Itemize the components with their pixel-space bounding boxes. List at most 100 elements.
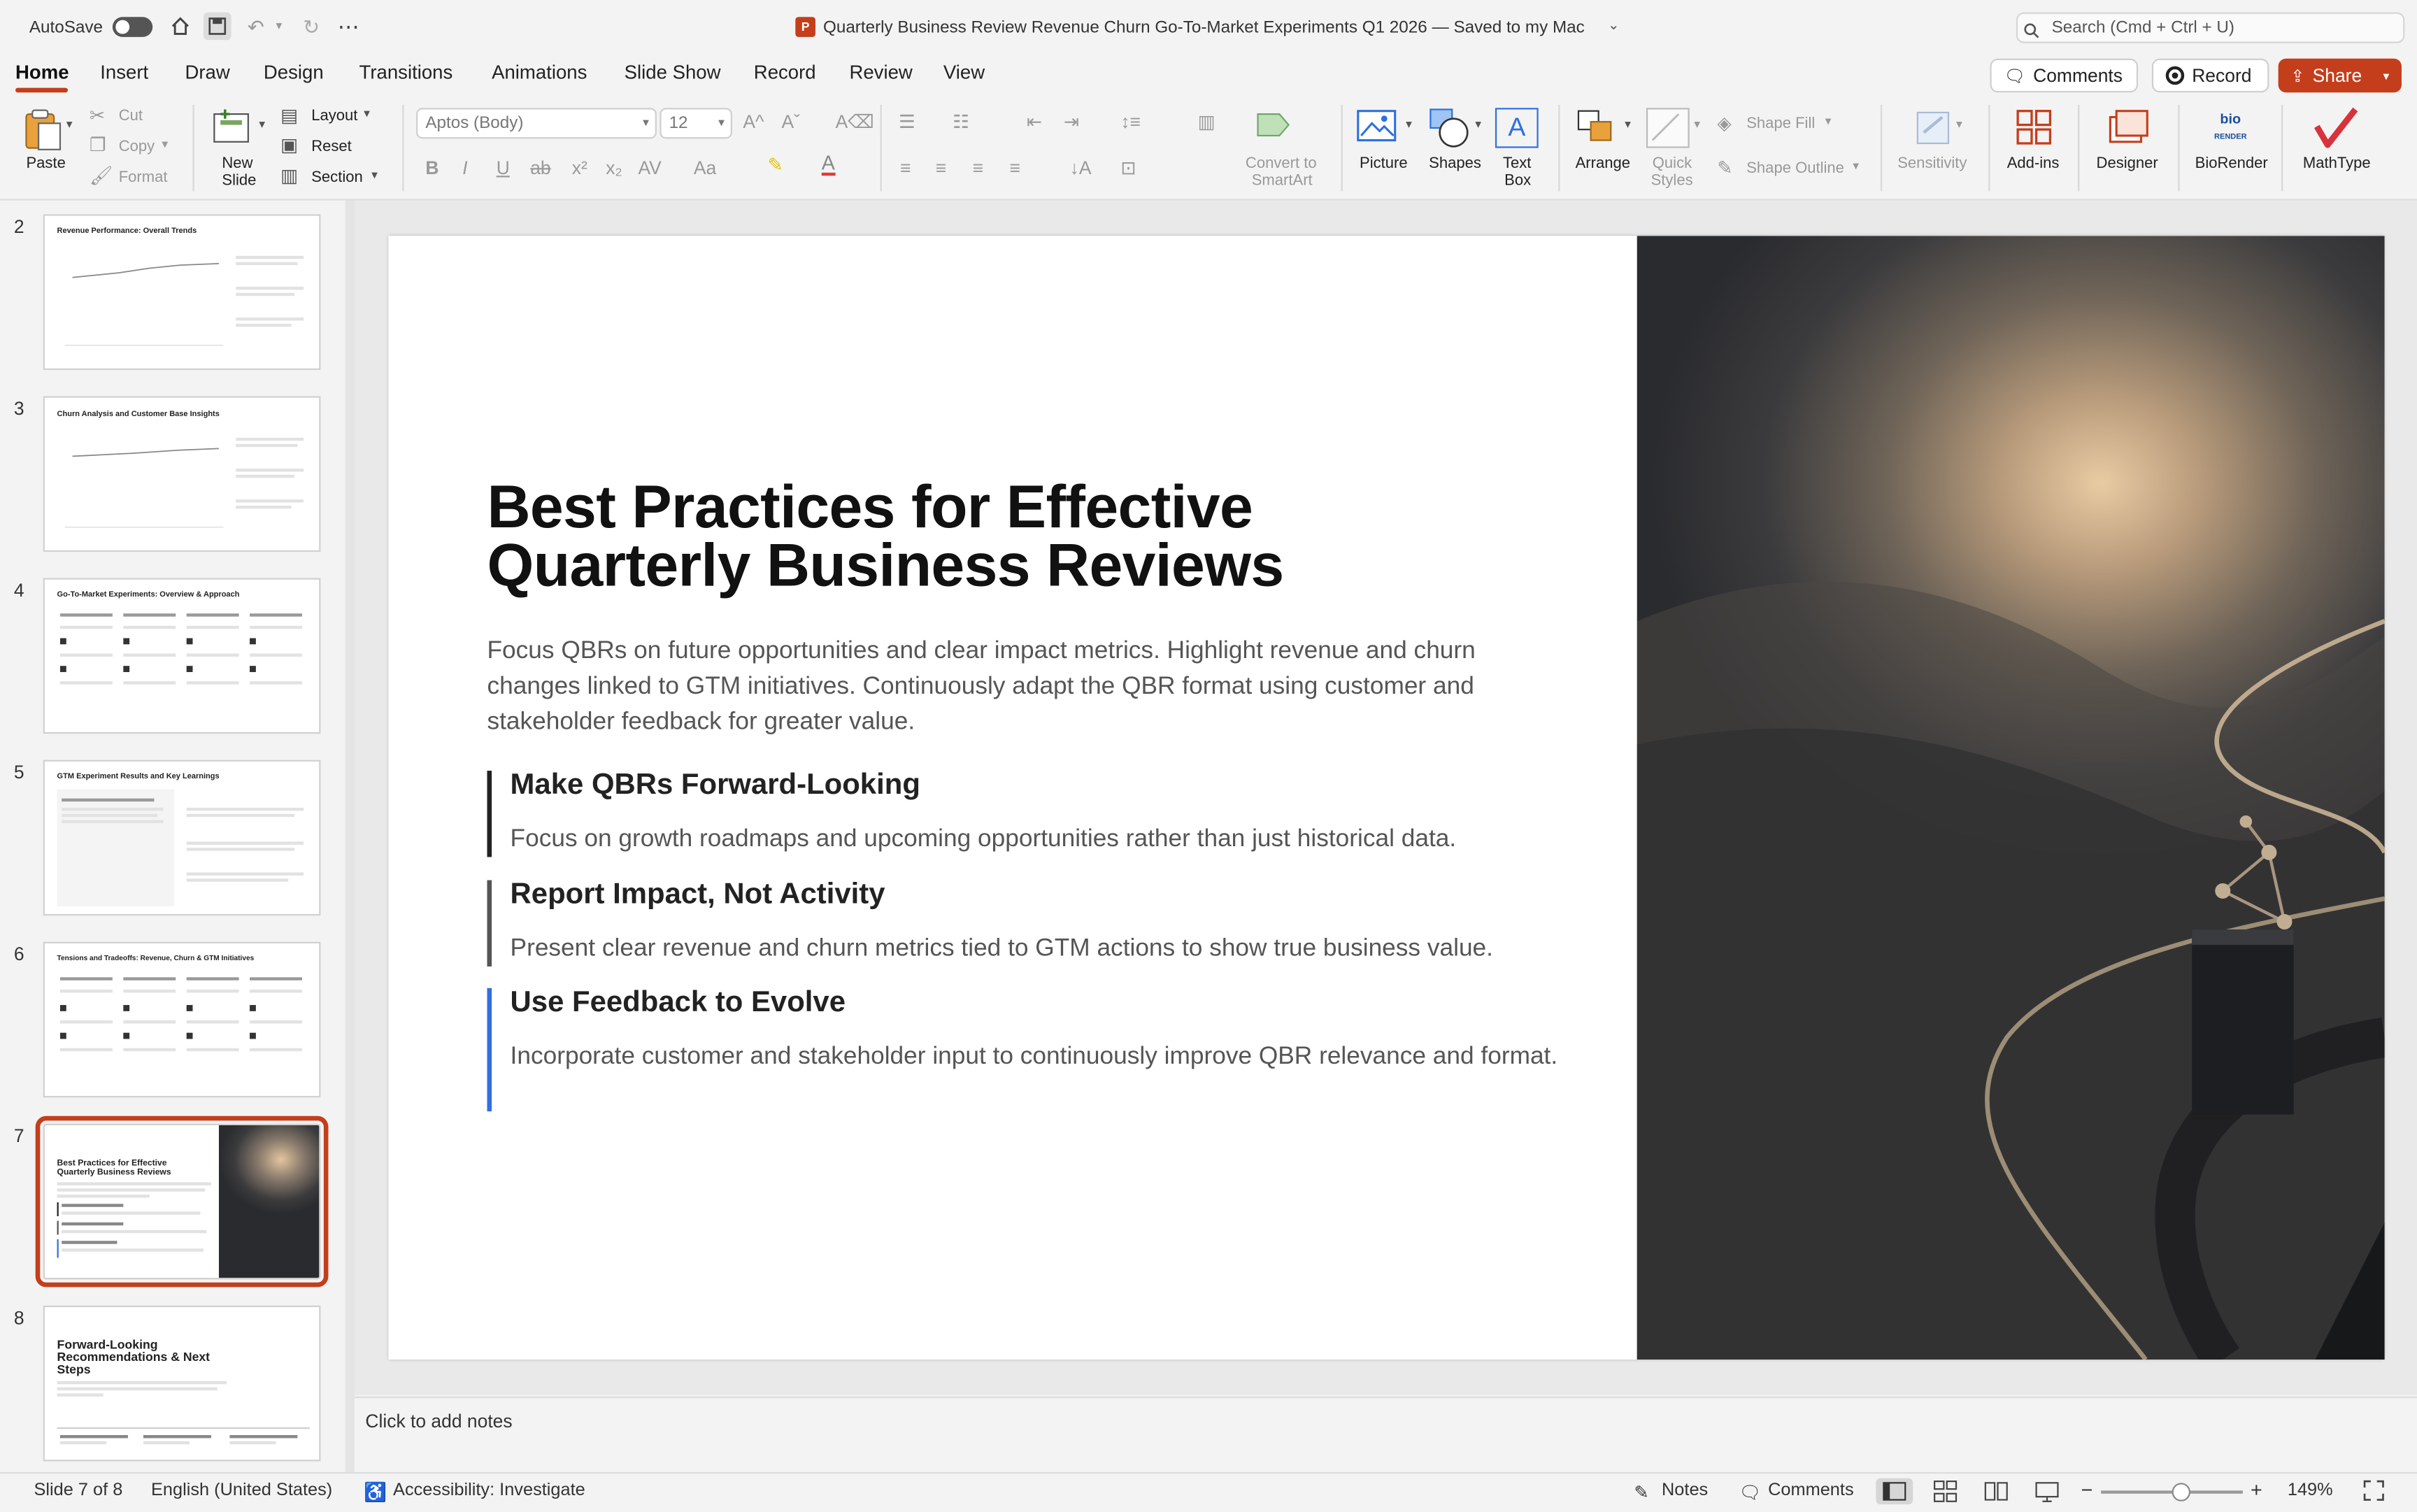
bullets-icon[interactable]: ☰ [899, 111, 915, 133]
more-options-icon[interactable]: ⋯ [336, 14, 360, 38]
tab-animations[interactable]: Animations [492, 62, 587, 83]
new-slide-label-2[interactable]: Slide [222, 173, 256, 190]
document-title[interactable]: Quarterly Business Review Revenue Churn … [823, 18, 1585, 36]
format-painter-button[interactable]: Format [119, 169, 168, 186]
notes-placeholder[interactable]: Click to add notes [365, 1411, 512, 1432]
tab-insert[interactable]: Insert [100, 62, 148, 83]
point-text-3[interactable]: Incorporate customer and stakeholder inp… [511, 1039, 1559, 1075]
share-button[interactable]: ⇪ Share ▾ [2278, 58, 2402, 93]
accessibility-status[interactable]: Accessibility: Investigate [393, 1481, 585, 1499]
comments-button[interactable]: 🗨 Comments [1990, 58, 2139, 93]
language-status[interactable]: English (United States) [151, 1481, 332, 1499]
smartart-icon[interactable] [1255, 108, 1295, 141]
save-icon[interactable] [203, 12, 231, 41]
redo-icon[interactable]: ↻ [299, 14, 324, 38]
slide-show-view-icon[interactable] [2033, 1478, 2061, 1504]
sensitivity-button[interactable]: Sensitivity [1897, 156, 1967, 173]
slide-thumbnail-5[interactable]: GTM Experiment Results and Key Learnings [43, 759, 321, 916]
layout-dropdown-icon[interactable]: ▾ [364, 106, 370, 120]
new-slide-dropdown-icon[interactable]: ▾ [259, 117, 265, 131]
paste-icon[interactable] [23, 108, 63, 151]
designer-button[interactable]: Designer [2097, 156, 2158, 173]
quick-styles-dropdown-icon[interactable]: ▾ [1694, 117, 1700, 131]
tab-slide-show[interactable]: Slide Show [625, 62, 721, 83]
tab-transitions[interactable]: Transitions [359, 62, 453, 83]
fit-to-window-icon[interactable] [2362, 1478, 2386, 1503]
tab-design[interactable]: Design [264, 62, 324, 83]
copy-dropdown-icon[interactable]: ▾ [162, 137, 168, 151]
slide-thumbnail-4[interactable]: Go-To-Market Experiments: Overview & App… [43, 578, 321, 734]
highlight-color-icon[interactable]: ✎ [768, 154, 783, 176]
tab-home[interactable]: Home [15, 62, 69, 83]
notes-toggle-button[interactable]: Notes [1662, 1481, 1708, 1499]
layout-button[interactable]: Layout [311, 108, 357, 124]
decrease-font-size-icon[interactable]: Aˇ [781, 111, 799, 133]
comments-toggle-button[interactable]: Comments [1768, 1481, 1854, 1499]
zoom-slider-thumb[interactable] [2172, 1483, 2190, 1502]
shape-outline-dropdown-icon[interactable]: ▾ [1853, 159, 1859, 173]
character-spacing-icon[interactable]: AV [638, 157, 661, 179]
numbering-icon[interactable]: ☷ [953, 111, 969, 133]
normal-view-button[interactable] [1876, 1478, 1913, 1505]
italic-icon[interactable]: I [462, 157, 467, 179]
zoom-level[interactable]: 149% [2288, 1481, 2333, 1499]
slide-thumbnail-6[interactable]: Tensions and Tradeoffs: Revenue, Churn &… [43, 941, 321, 1098]
point-text-1[interactable]: Focus on growth roadmaps and upcoming op… [511, 822, 1559, 857]
increase-font-size-icon[interactable]: A^ [743, 111, 764, 133]
text-direction-icon[interactable]: ↓A [1070, 157, 1092, 179]
point-heading-2[interactable]: Report Impact, Not Activity [511, 878, 885, 912]
tab-view[interactable]: View [943, 62, 985, 83]
autosave-toggle[interactable] [112, 17, 153, 37]
tab-draw[interactable]: Draw [185, 62, 229, 83]
undo-dropdown-icon[interactable]: ▾ [271, 14, 287, 38]
strikethrough-icon[interactable]: ab [530, 157, 550, 179]
title-chevron-down-icon[interactable]: ⌄ [1608, 17, 1620, 34]
slide-photo-mountain-road[interactable] [1637, 236, 2385, 1360]
arrange-dropdown-icon[interactable]: ▾ [1625, 117, 1631, 131]
paste-button[interactable]: Paste [26, 156, 65, 173]
search-input[interactable]: Search (Cmd + Ctrl + U) [2016, 12, 2405, 43]
quick-styles-icon[interactable] [1646, 108, 1690, 148]
picture-icon[interactable] [1357, 108, 1400, 145]
shapes-button[interactable]: Shapes [1429, 156, 1481, 173]
add-ins-button[interactable]: Add-ins [2007, 156, 2060, 173]
reading-view-icon[interactable] [1982, 1478, 2010, 1504]
zoom-out-icon[interactable]: − [2081, 1478, 2093, 1502]
add-ins-icon[interactable] [2015, 108, 2055, 148]
convert-smartart-label-2[interactable]: SmartArt [1252, 173, 1313, 190]
decrease-indent-icon[interactable]: ⇤ [1027, 111, 1042, 133]
arrange-icon[interactable] [1576, 108, 1619, 148]
font-color-icon[interactable]: A [821, 152, 835, 176]
point-heading-3[interactable]: Use Feedback to Evolve [511, 987, 846, 1020]
undo-icon[interactable]: ↶ [243, 14, 268, 38]
notes-pane[interactable]: Click to add notes [354, 1396, 2417, 1471]
zoom-in-icon[interactable]: + [2251, 1478, 2262, 1502]
point-heading-1[interactable]: Make QBRs Forward-Looking [511, 769, 920, 803]
section-dropdown-icon[interactable]: ▾ [371, 168, 378, 182]
new-slide-icon[interactable] [211, 108, 255, 148]
shape-outline-button[interactable]: Shape Outline [1746, 160, 1844, 177]
record-button[interactable]: Record [2151, 58, 2269, 93]
font-name-dropdown[interactable]: Aptos (Body) ▾ [416, 108, 657, 139]
slide-sorter-view-icon[interactable] [1932, 1478, 1960, 1504]
font-size-dropdown[interactable]: 12 ▾ [659, 108, 732, 139]
change-case-icon[interactable]: Aa [694, 157, 716, 179]
copy-button[interactable]: Copy [119, 138, 155, 155]
slide-thumbnail-8[interactable]: Forward-Looking Recommendations & Next S… [43, 1305, 321, 1462]
convert-smartart-label-1[interactable]: Convert to [1246, 156, 1317, 173]
slide-title[interactable]: Best Practices for Effective Quarterly B… [487, 478, 1566, 597]
biorender-icon[interactable]: bio RENDER [2213, 111, 2247, 145]
point-text-2[interactable]: Present clear revenue and churn metrics … [511, 931, 1559, 967]
columns-icon[interactable]: ▥ [1198, 111, 1215, 133]
new-slide-label-1[interactable]: New [222, 156, 252, 173]
increase-indent-icon[interactable]: ⇥ [1064, 111, 1079, 133]
quick-styles-label-2[interactable]: Styles [1651, 173, 1693, 190]
subscript-icon[interactable]: x₂ [606, 157, 622, 179]
underline-icon[interactable]: U [497, 157, 510, 179]
superscript-icon[interactable]: x² [572, 157, 587, 179]
slide-thumbnail-2[interactable]: Revenue Performance: Overall Trends [43, 214, 321, 370]
panel-splitter[interactable] [345, 200, 355, 1472]
tab-record[interactable]: Record [754, 62, 816, 83]
slide-thumbnail-3[interactable]: Churn Analysis and Customer Base Insight… [43, 396, 321, 552]
shapes-icon[interactable] [1427, 106, 1471, 150]
